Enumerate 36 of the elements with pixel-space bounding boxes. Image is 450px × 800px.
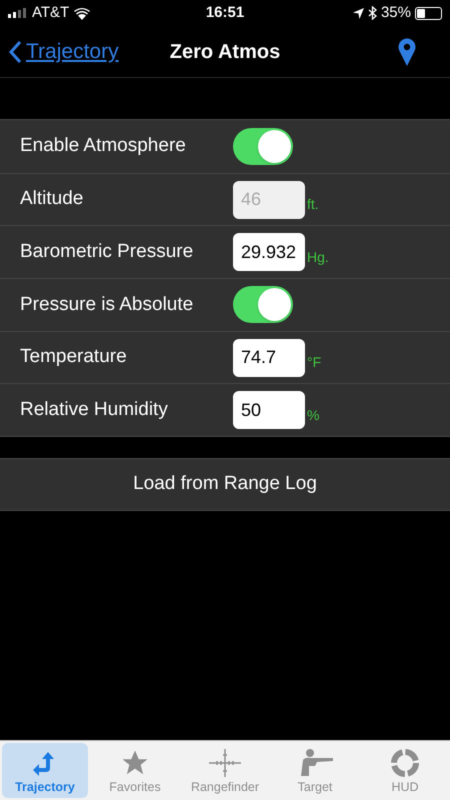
location-pin-button[interactable] — [398, 38, 416, 66]
crosshair-icon — [207, 748, 243, 778]
signal-icon — [8, 8, 28, 18]
toggle-switch[interactable] — [233, 128, 293, 165]
unit-label: ft. — [307, 195, 319, 214]
clock-time: 16:51 — [206, 2, 244, 23]
setting-label: Temperature — [20, 345, 128, 370]
setting-label: Altitude — [20, 187, 84, 212]
setting-label: Enable Atmosphere — [20, 134, 187, 158]
tab-item[interactable]: Favorites — [92, 743, 178, 798]
map-pin-icon — [398, 38, 416, 66]
screen-title: Zero Atmos — [170, 40, 280, 64]
tab-item[interactable]: Rangefinder — [182, 743, 268, 798]
carrier-name: AT&T — [32, 2, 70, 23]
tab-item[interactable]: Trajectory — [2, 743, 88, 798]
unit-label: Hg. — [307, 248, 329, 268]
ring-icon — [390, 748, 420, 778]
wifi-icon — [73, 6, 92, 20]
number-field[interactable]: 50 — [233, 391, 305, 430]
chevron-left-icon — [8, 40, 22, 64]
back-button[interactable]: Trajectory — [8, 36, 119, 68]
tab-item[interactable]: Target — [272, 743, 358, 798]
battery-percent: 35% — [380, 2, 411, 23]
bluetooth-icon — [368, 6, 377, 20]
setting-label: Pressure is Absolute — [20, 292, 194, 317]
load-range-log-button[interactable]: Load from Range Log — [0, 458, 450, 512]
unit-label: °F — [307, 353, 322, 372]
number-field[interactable]: 29.932 — [233, 233, 305, 272]
location-arrow-icon — [352, 8, 364, 18]
setting-label: Barometric Pressure — [20, 240, 194, 264]
toggle-switch[interactable] — [233, 286, 293, 324]
setting-label: Relative Humidity — [20, 398, 169, 422]
tab-item[interactable]: HUD — [362, 743, 448, 798]
number-field[interactable]: 74.7 — [233, 338, 305, 377]
unit-label: % — [307, 406, 320, 426]
battery-icon — [415, 6, 442, 20]
